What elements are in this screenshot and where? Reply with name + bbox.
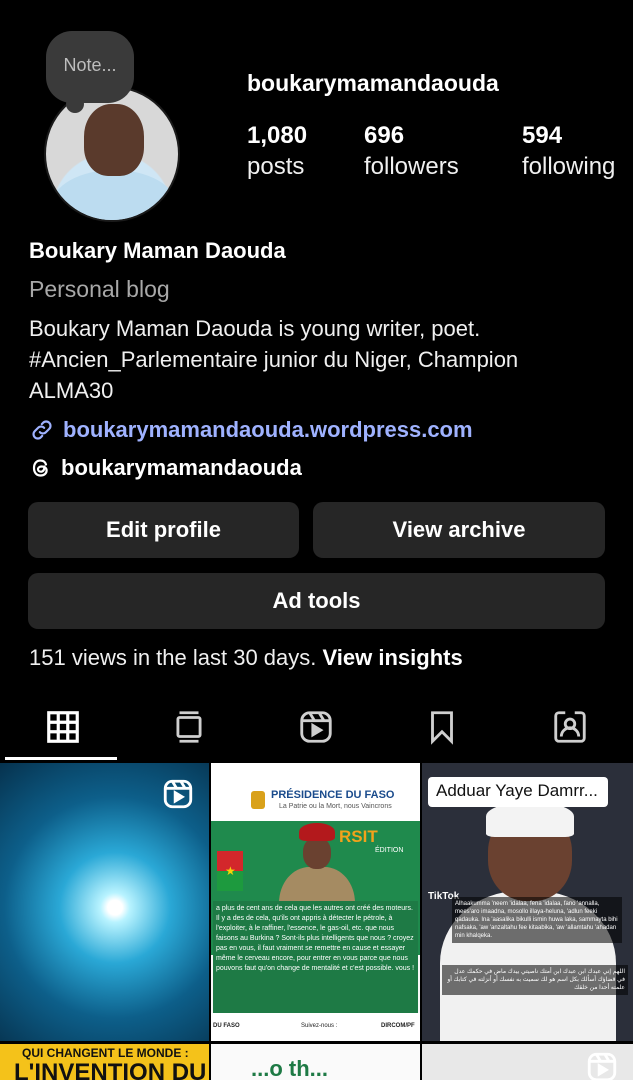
post-text: ...o th... [251,1056,328,1080]
post-person-cap [486,803,574,837]
feed-icon [176,711,202,743]
post-footer-mid: Suivez-nous : [301,1023,338,1029]
reels-icon [587,1052,617,1080]
post-headline: QUI CHANGENT LE MONDE : [22,1046,189,1060]
profile-bio: Boukary Maman Daouda Personal blog Bouka… [29,235,619,484]
website-url: boukarymamandaouda.wordpress.com [63,417,473,442]
profile-header: Note... boukarymamandaouda 1,080 posts 6… [0,0,633,240]
bio-line: Boukary Maman Daouda is young writer, po… [29,316,481,341]
tab-posts-grid[interactable] [0,692,126,762]
bio-text: Boukary Maman Daouda is young writer, po… [29,313,619,406]
posts-stat[interactable]: 1,080 posts [247,122,307,184]
tab-feed[interactable] [126,692,252,762]
ad-tools-button[interactable]: Ad tools [28,573,605,629]
posts-count: 1,080 [247,122,308,149]
grid-post[interactable]: QUI CHANGENT LE MONDE : L'INVENTION DU [0,1044,209,1080]
tab-tagged[interactable] [507,692,633,762]
edit-profile-button[interactable]: Edit profile [28,502,299,558]
grid-post[interactable] [0,763,209,1041]
grid-post[interactable]: Adduar Yaye Damrr... TikTok Alhaakumma '… [422,763,633,1041]
post-headline-large: L'INVENTION DU [14,1059,207,1080]
reels-icon [163,779,193,809]
post-caption: Adduar Yaye Damrr... [428,777,608,807]
profile-avatar[interactable] [44,86,182,224]
post-subtitle-arabic: اللهم إني عبدك ابن عبدك ابن أمتك ناصيتي … [442,965,628,995]
threads-link[interactable]: boukarymamandaouda [29,452,619,484]
profile-username: boukarymamandaouda [247,70,499,96]
reels-icon [300,711,332,743]
following-count: 594 [522,122,563,149]
post-body-text: a plus de cent ans de cela que les autre… [213,901,418,1013]
posts-label: posts [247,153,305,180]
view-archive-button[interactable]: View archive [313,502,605,558]
full-name: Boukary Maman Daouda [29,238,286,263]
grid-post[interactable]: PRÉSIDENCE DU FASO La Patrie ou la Mort,… [211,763,420,1041]
following-stat[interactable]: 594 following [522,122,615,184]
tagged-person-icon [554,711,586,743]
following-label: following [522,153,616,180]
insights-row: 151 views in the last 30 days. View insi… [29,645,463,671]
website-link[interactable]: boukarymamandaouda.wordpress.com [29,414,619,446]
threads-icon [32,459,48,477]
posts-grid: PRÉSIDENCE DU FASO La Patrie ou la Mort,… [0,763,633,1080]
note-bubble[interactable]: Note... [46,31,134,113]
emblem-icon [251,791,265,809]
post-header-subtitle: La Patrie ou la Mort, nous Vaincrons [279,803,392,810]
post-header-title: PRÉSIDENCE DU FASO [271,789,395,801]
view-insights-link[interactable]: View insights [323,645,463,670]
note-placeholder: Note... [63,54,117,75]
threads-handle: boukarymamandaouda [61,455,302,480]
bio-line[interactable]: #Ancien_Parlementaire junior du Niger, C… [29,344,619,375]
post-footer-left: DU FASO [213,1023,240,1029]
post-footer: DU FASO Suivez-nous : DIRCOM/PF [211,1013,420,1041]
tab-reels[interactable] [253,692,379,762]
bio-line: ALMA30 [29,378,114,403]
post-footer-right: DIRCOM/PF [381,1023,415,1029]
post-header: PRÉSIDENCE DU FASO La Patrie ou la Mort,… [211,763,420,821]
active-tab-indicator [5,757,117,760]
profile-category: Personal blog [29,276,170,302]
post-subtitle: Alhaakumma 'neem 'idalaa, fena 'idalaa, … [452,897,622,943]
star-icon: ★ [225,864,236,878]
grid-post[interactable]: ...o th... [211,1044,420,1080]
bookmark-icon [431,711,453,745]
post-edition: ÉDITION [375,847,404,854]
followers-label: followers [364,153,459,180]
followers-count: 696 [364,122,405,149]
grid-post[interactable] [422,1044,633,1080]
avatar-image [44,86,180,222]
tab-saved[interactable] [379,692,505,762]
profile-tabs [0,692,633,762]
link-icon [32,420,52,440]
insights-summary: 151 views in the last 30 days. [29,645,317,670]
followers-stat[interactable]: 696 followers [364,122,459,184]
grid-icon [47,711,79,743]
